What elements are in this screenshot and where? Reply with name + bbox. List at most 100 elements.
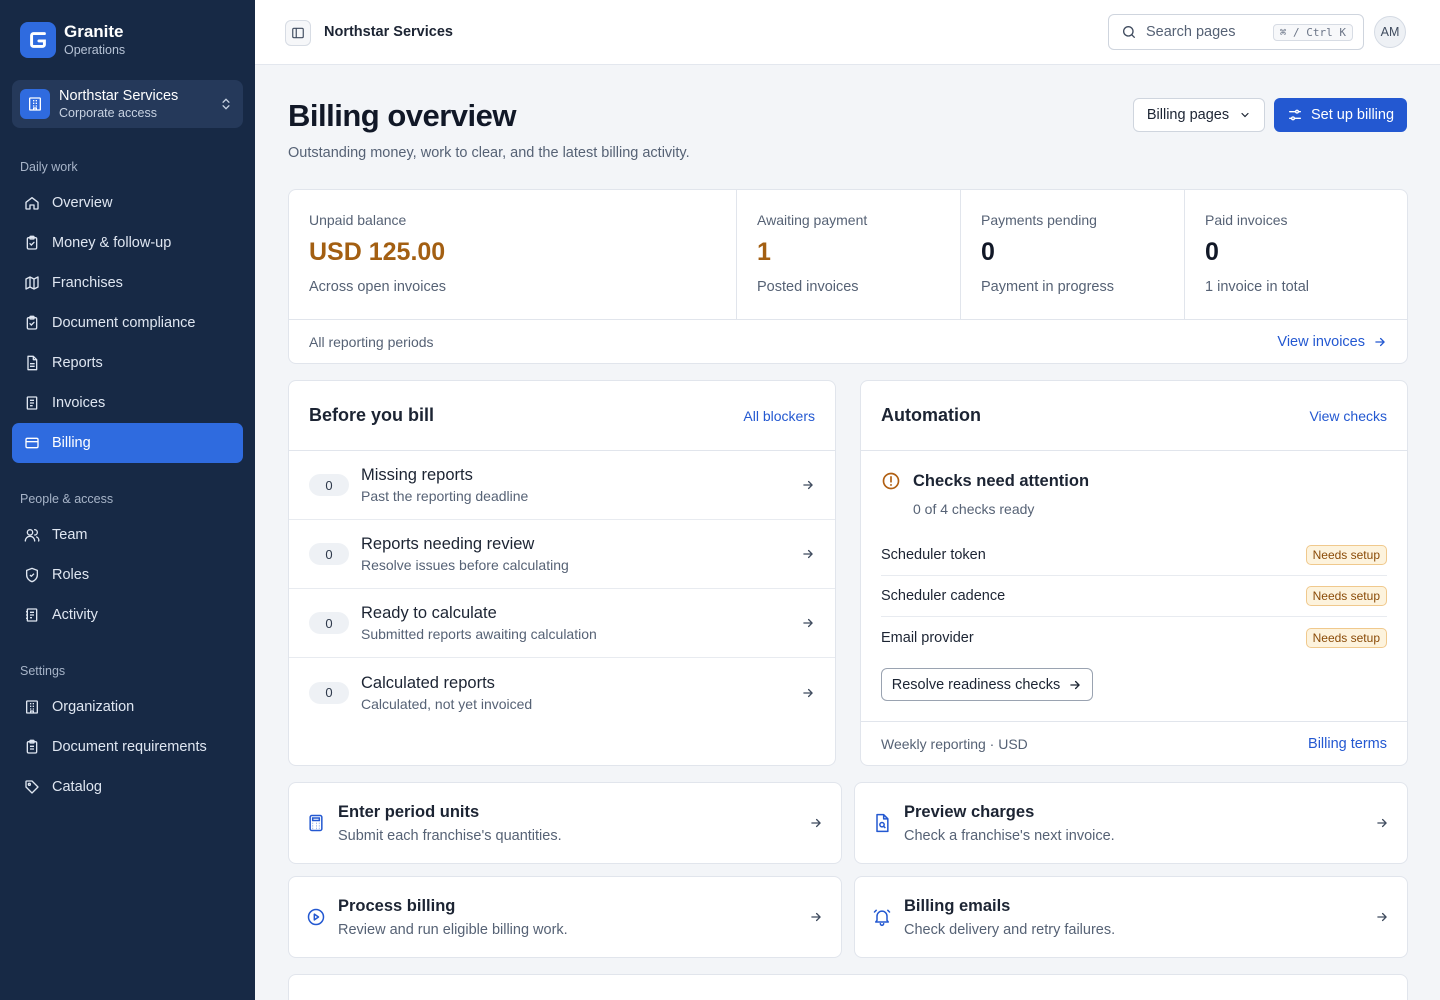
stat-note: Payment in progress — [981, 279, 1114, 295]
billing-pages-dropdown[interactable]: Billing pages — [1133, 98, 1265, 132]
search-input[interactable]: Search pages ⌘ / Ctrl K — [1108, 14, 1364, 50]
status-badge: Needs setup — [1305, 586, 1387, 606]
status-badge: Needs setup — [1305, 627, 1387, 648]
check-row: Email provider Needs setup — [881, 617, 1387, 658]
reporting-cadence: Weekly reporting · USD — [881, 736, 1028, 752]
sidebar-item-invoices[interactable]: Invoices — [12, 383, 243, 423]
stat-paid-invoices: Paid invoices 0 1 invoice in total — [1184, 190, 1407, 319]
sidebar-item-label: Team — [52, 527, 88, 543]
billing-pages-label: Billing pages — [1146, 107, 1230, 123]
stat-label: Payments pending — [981, 212, 1097, 228]
sidebar-item-overview[interactable]: Overview — [12, 183, 243, 223]
stats-footer: All reporting periods View invoices — [289, 319, 1407, 364]
stat-note: 1 invoice in total — [1205, 279, 1309, 295]
org-switcher-name: Northstar Services — [59, 87, 179, 104]
sidebar-toggle-button[interactable] — [285, 20, 311, 46]
avatar[interactable]: AM — [1374, 16, 1406, 48]
resolve-readiness-checks-label: Resolve readiness checks — [891, 676, 1061, 693]
stat-note: Posted invoices — [757, 279, 859, 295]
check-name: Scheduler cadence — [881, 588, 1006, 604]
tag-icon — [24, 779, 40, 795]
sidebar-item-activity[interactable]: Activity — [12, 595, 243, 635]
building-icon — [20, 89, 50, 119]
card-title: Automation — [881, 405, 981, 425]
view-invoices-label: View invoices — [1277, 334, 1365, 350]
resolve-readiness-checks-button[interactable]: Resolve readiness checks — [881, 668, 1093, 701]
reporting-period-label: All reporting periods — [309, 334, 434, 350]
alert-circle-icon — [881, 471, 901, 491]
sidebar-item-reports[interactable]: Reports — [12, 343, 243, 383]
list-item[interactable]: 0 Ready to calculate Submitted reports a… — [289, 589, 835, 658]
check-row: Scheduler cadence Needs setup — [881, 576, 1387, 617]
org-switcher[interactable]: Northstar Services Corporate access — [12, 80, 243, 128]
status-badge: Needs setup — [1305, 545, 1387, 565]
action-subtitle: Check a franchise's next invoice. — [904, 827, 1115, 844]
sidebar-item-team[interactable]: Team — [12, 515, 243, 555]
action-title: Process billing — [338, 896, 456, 915]
billing-emails-card[interactable]: Billing emails Check delivery and retry … — [854, 876, 1408, 958]
search-placeholder: Search pages — [1146, 24, 1236, 40]
arrow-right-icon — [801, 547, 815, 561]
play-circle-icon — [306, 907, 326, 927]
action-subtitle: Submit each franchise's quantities. — [338, 827, 562, 844]
set-up-billing-button[interactable]: Set up billing — [1274, 98, 1407, 132]
sidebar-item-label: Catalog — [52, 779, 102, 795]
enter-period-units-card[interactable]: Enter period units Submit each franchise… — [288, 782, 842, 864]
brand[interactable]: Granite Operations — [20, 22, 125, 58]
bell-ring-icon — [872, 907, 892, 927]
arrow-right-icon — [1373, 335, 1387, 349]
sidebar-item-label: Roles — [52, 567, 90, 583]
stat-label: Unpaid balance — [309, 212, 407, 228]
list-item[interactable]: 0 Reports needing review Resolve issues … — [289, 520, 835, 589]
sidebar-item-label: Activity — [52, 607, 98, 623]
brand-name: Granite — [64, 22, 124, 41]
list-item[interactable]: 0 Calculated reports Calculated, not yet… — [289, 658, 835, 727]
sidebar-item-billing[interactable]: Billing — [12, 423, 243, 463]
users-icon — [24, 527, 40, 543]
row-subtitle: Resolve issues before calculating — [361, 557, 569, 573]
granite-logo-icon — [20, 22, 56, 58]
sidebar-item-document-requirements[interactable]: Document requirements — [12, 727, 243, 767]
shield-icon — [24, 567, 40, 583]
billing-stats-card: Unpaid balance USD 125.00 Across open in… — [288, 189, 1408, 364]
row-subtitle: Calculated, not yet invoiced — [361, 695, 533, 712]
sidebar-item-label: Reports — [52, 355, 103, 371]
sidebar-item-franchises[interactable]: Franchises — [12, 263, 243, 303]
count-badge: 0 — [309, 543, 349, 565]
all-blockers-link[interactable]: All blockers — [743, 408, 815, 424]
next-section-card — [288, 974, 1408, 1000]
current-org-name: Northstar Services — [324, 24, 453, 40]
view-checks-link[interactable]: View checks — [1309, 408, 1387, 424]
history-icon — [24, 607, 40, 623]
page-title: Billing overview — [288, 98, 517, 133]
preview-charges-card[interactable]: Preview charges Check a franchise's next… — [854, 782, 1408, 864]
sidebar-item-roles[interactable]: Roles — [12, 555, 243, 595]
search-shortcut-hint: ⌘ / Ctrl K — [1272, 23, 1353, 41]
process-billing-card[interactable]: Process billing Review and run eligible … — [288, 876, 842, 958]
view-invoices-link[interactable]: View invoices — [1277, 334, 1387, 350]
billing-terms-link[interactable]: Billing terms — [1308, 736, 1387, 752]
sidebar-item-label: Franchises — [52, 275, 123, 291]
file-search-icon — [872, 813, 892, 833]
sidebar-item-catalog[interactable]: Catalog — [12, 767, 243, 807]
checks-status-title: Checks need attention — [913, 471, 1090, 490]
sidebar-item-document-compliance[interactable]: Document compliance — [12, 303, 243, 343]
arrow-right-icon — [1375, 816, 1389, 830]
sidebar-item-label: Document compliance — [52, 315, 196, 331]
card-header: Before you bill All blockers — [289, 381, 835, 451]
chevrons-up-down-icon — [219, 97, 233, 111]
stat-unpaid-balance: Unpaid balance USD 125.00 Across open in… — [289, 190, 736, 319]
clipboard-check-icon — [24, 315, 40, 331]
count-badge: 0 — [309, 612, 349, 634]
home-icon — [24, 195, 40, 211]
credit-card-icon — [24, 435, 40, 451]
list-item[interactable]: 0 Missing reports Past the reporting dea… — [289, 451, 835, 520]
count-badge: 0 — [309, 681, 349, 704]
sidebar-item-label: Invoices — [52, 395, 106, 411]
count-badge: 0 — [309, 474, 349, 496]
row-subtitle: Past the reporting deadline — [361, 488, 529, 504]
before-you-bill-card: Before you bill All blockers 0 Missing r… — [288, 380, 836, 766]
sidebar-item-money-follow-up[interactable]: Money & follow-up — [12, 223, 243, 263]
nav-section-people-access: People & access — [20, 492, 114, 506]
sidebar-item-organization[interactable]: Organization — [12, 687, 243, 727]
